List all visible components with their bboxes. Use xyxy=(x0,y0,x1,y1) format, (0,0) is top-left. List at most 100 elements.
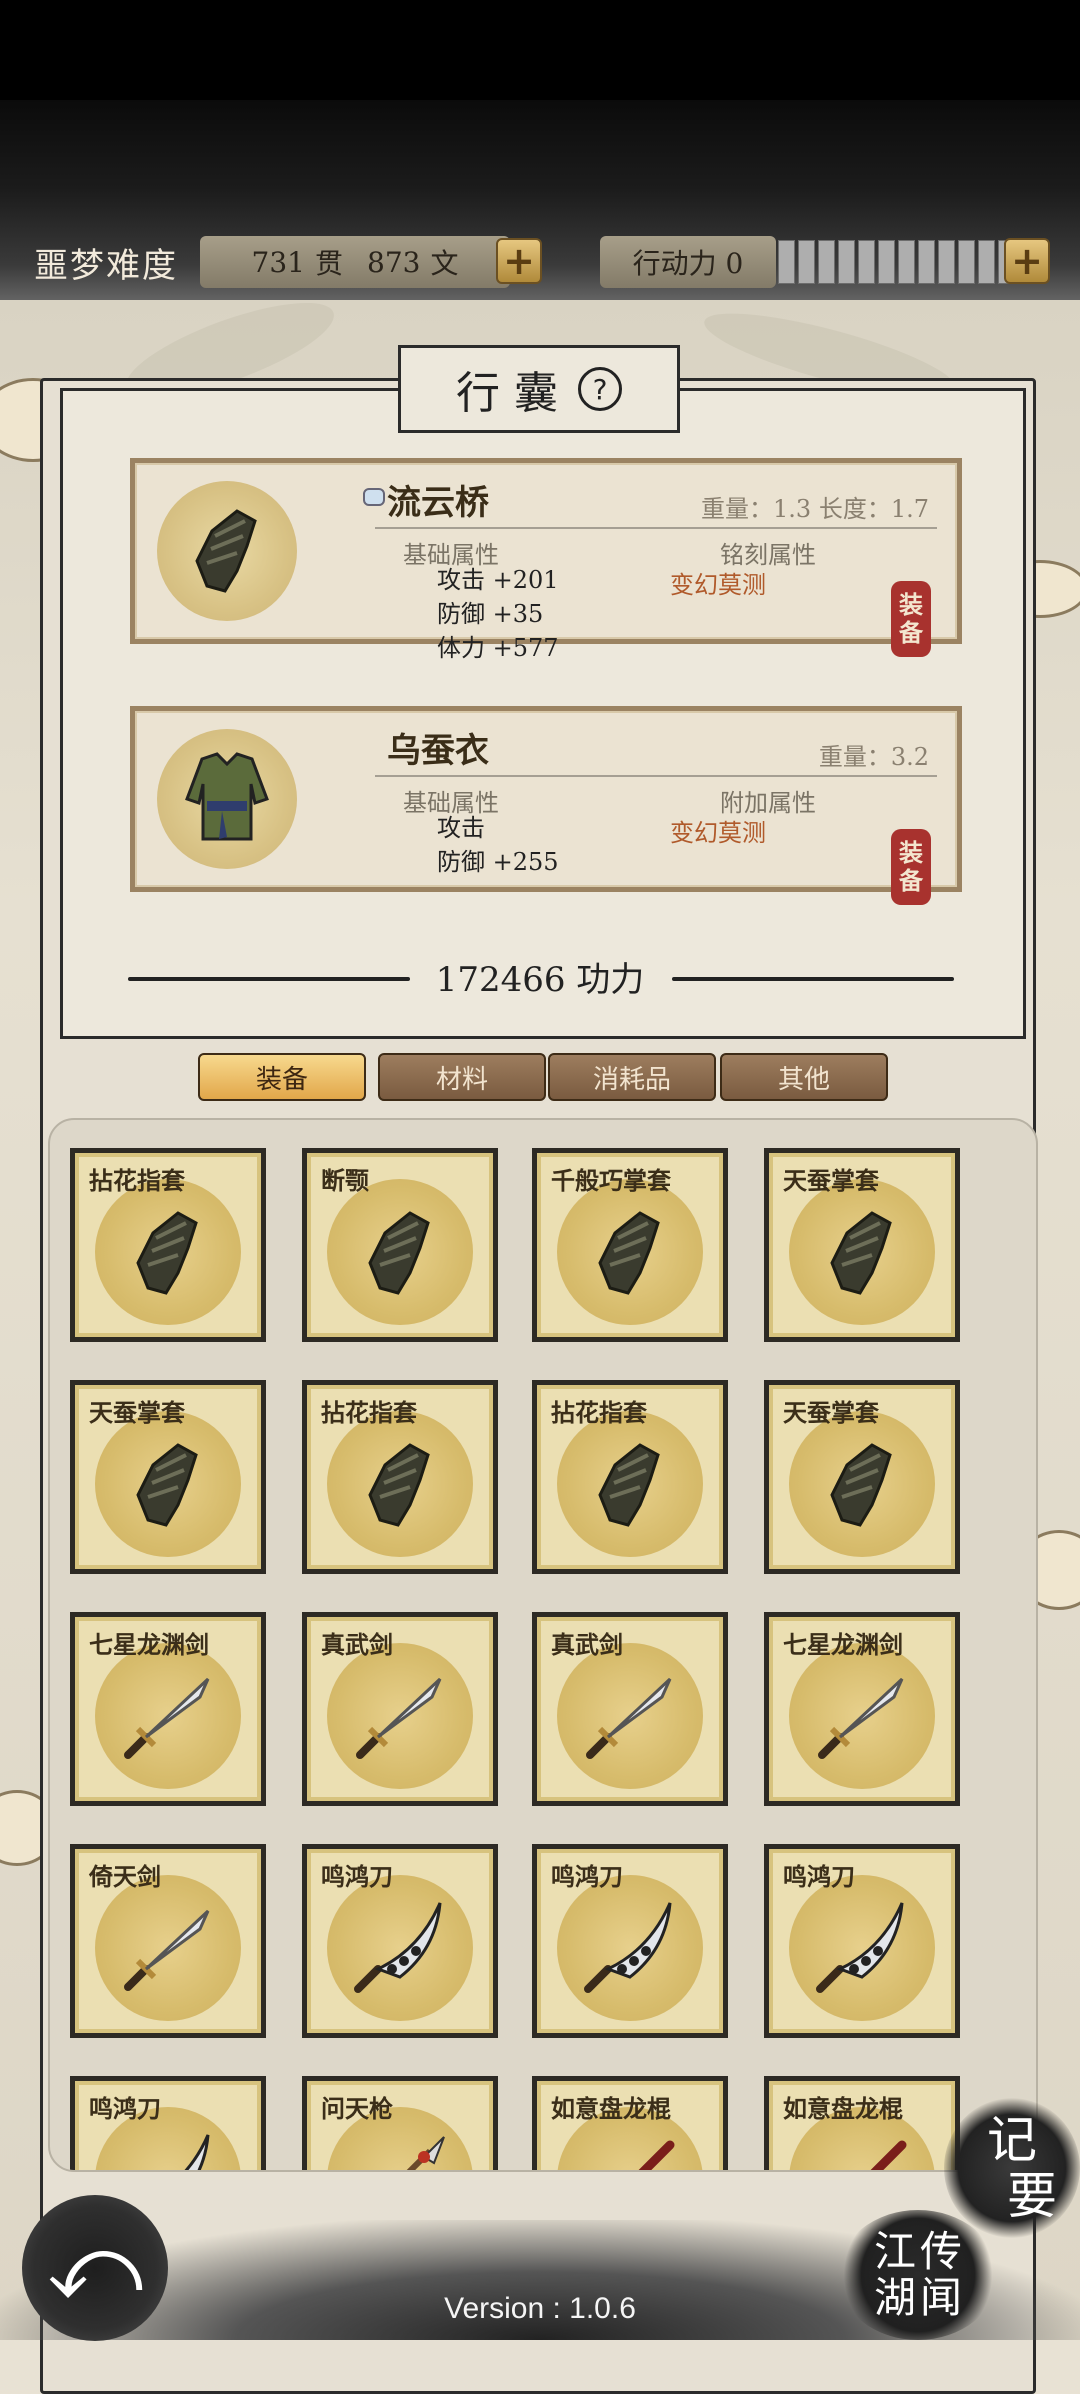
notes-button[interactable]: 记 要 xyxy=(944,2098,1080,2238)
item-slot[interactable]: 真武剑 xyxy=(302,1612,498,1806)
stat-attack: 攻击 +201 xyxy=(437,566,559,594)
item-slot[interactable]: 七星龙渊剑 xyxy=(764,1612,960,1806)
item-slot[interactable]: 天蚕掌套 xyxy=(764,1380,960,1574)
add-money-button[interactable]: + xyxy=(496,238,542,284)
help-button[interactable]: ? xyxy=(578,367,622,411)
money-display: 731 贯 873 文 xyxy=(200,236,510,288)
tab-others[interactable]: 其他 xyxy=(720,1053,888,1101)
tab-materials[interactable]: 材料 xyxy=(378,1053,546,1101)
sword-icon xyxy=(356,1677,442,1759)
item-weight: 重量：3.2 xyxy=(818,743,929,771)
stat-defense: 防御 +255 xyxy=(437,848,559,876)
stamina-segment xyxy=(778,240,795,284)
item-name: 流云桥 xyxy=(387,483,489,523)
sword-icon xyxy=(124,1677,210,1759)
gauntlet-icon xyxy=(368,1443,430,1527)
sword-icon xyxy=(586,1677,672,1759)
item-name: 真武剑 xyxy=(551,1630,623,1659)
item-name: 七星龙渊剑 xyxy=(783,1630,903,1659)
stamina-segment xyxy=(958,240,975,284)
item-slot[interactable]: 拈花指套 xyxy=(70,1148,266,1342)
item-name: 拈花指套 xyxy=(321,1398,417,1427)
stamina-bar xyxy=(778,240,1015,284)
item-name: 乌蚕衣 xyxy=(387,731,489,771)
item-name: 倚天剑 xyxy=(89,1862,161,1891)
item-slot[interactable]: 鸣鸿刀 xyxy=(532,1844,728,2038)
sword-icon xyxy=(124,1909,210,1991)
tab-equipment[interactable]: 装备 xyxy=(198,1053,366,1101)
panel-title: 行 囊 ? xyxy=(398,345,680,433)
gauntlet-icon xyxy=(598,1211,660,1295)
gauntlet-icon xyxy=(830,1443,892,1527)
power-value: 172466 功力 xyxy=(435,960,645,1000)
item-slot[interactable]: 真武剑 xyxy=(532,1612,728,1806)
stat-defense: 防御 +35 xyxy=(437,600,544,628)
equipped-card-gauntlet[interactable]: 流云桥 重量：1.3 长度：1.7 基础属性 铭刻属性 变幻莫测 攻击 +201… xyxy=(130,458,962,662)
item-slot[interactable]: 天蚕掌套 xyxy=(70,1380,266,1574)
item-slot[interactable]: 鸣鸿刀 xyxy=(764,1844,960,2038)
sword-icon xyxy=(818,1677,904,1759)
item-name: 鸣鸿刀 xyxy=(321,1862,393,1891)
item-icon-frame xyxy=(327,1179,473,1325)
item-icon-frame xyxy=(789,1411,935,1557)
stamina-segment xyxy=(918,240,935,284)
tab-consumables[interactable]: 消耗品 xyxy=(548,1053,716,1101)
equip-button[interactable]: 装 备 xyxy=(891,581,931,657)
item-slot[interactable]: 拈花指套 xyxy=(532,1380,728,1574)
spear-icon xyxy=(406,2136,445,2170)
title-text: 行 囊 xyxy=(456,368,558,419)
divider xyxy=(375,527,937,529)
item-icon-frame xyxy=(95,1411,241,1557)
item-name: 问天枪 xyxy=(321,2094,393,2123)
item-slot[interactable]: 如意盘龙棍 xyxy=(532,2076,728,2170)
gauntlet-icon xyxy=(830,1211,892,1295)
fist-icon xyxy=(363,488,385,506)
item-slot[interactable]: 如意盘龙棍 xyxy=(764,2076,960,2170)
item-icon-frame xyxy=(157,481,297,621)
extra-attr-value: 变幻莫测 xyxy=(670,819,766,847)
equipped-card-armor[interactable]: 乌蚕衣 重量：3.2 基础属性 附加属性 变幻莫测 攻击 防御 +255 装 备 xyxy=(130,706,962,905)
saber-icon xyxy=(816,1902,904,1993)
stamina-segment xyxy=(798,240,815,284)
item-slot[interactable]: 问天枪 xyxy=(302,2076,498,2170)
item-slot[interactable]: 七星龙渊剑 xyxy=(70,1612,266,1806)
guan-value: 731 xyxy=(251,245,305,279)
gauntlet-icon xyxy=(368,1211,430,1295)
equip-button[interactable]: 装 备 xyxy=(891,829,931,905)
item-weight: 重量：1.3 长度：1.7 xyxy=(701,495,929,523)
stamina-segment xyxy=(978,240,995,284)
item-grid[interactable]: 拈花指套 断颚 千般巧掌套 天蚕掌套 天蚕掌套 拈花指套 拈花指套 天蚕掌套 七星龙渊剑 真武剑真… xyxy=(48,1118,1038,2172)
item-name: 七星龙渊剑 xyxy=(89,1630,209,1659)
item-slot[interactable]: 千般巧掌套 xyxy=(532,1148,728,1342)
item-icon-frame xyxy=(95,1875,241,2021)
saber-icon xyxy=(184,2134,210,2170)
item-name: 如意盘龙棍 xyxy=(551,2094,671,2123)
guan-unit: 贯 xyxy=(314,247,343,280)
item-slot[interactable]: 倚天剑 xyxy=(70,1844,266,2038)
item-name: 鸣鸿刀 xyxy=(89,2094,161,2123)
armor-icon xyxy=(185,752,269,841)
item-icon-frame xyxy=(557,1875,703,2021)
item-name: 鸣鸿刀 xyxy=(783,1862,855,1891)
item-icon-frame xyxy=(95,1179,241,1325)
stamina-label: 行动力 0 xyxy=(600,236,776,288)
item-slot[interactable]: 鸣鸿刀 xyxy=(302,1844,498,2038)
gauntlet-icon xyxy=(598,1443,660,1527)
stamina-segment xyxy=(938,240,955,284)
item-slot[interactable]: 鸣鸿刀 xyxy=(70,2076,266,2170)
stamina-segment xyxy=(858,240,875,284)
rumors-button[interactable]: 江 湖 传 闻 xyxy=(838,2210,998,2340)
item-icon-frame xyxy=(789,1643,935,1789)
add-stamina-button[interactable]: + xyxy=(1004,238,1050,284)
staff-icon xyxy=(870,2140,907,2170)
difficulty-label: 噩梦难度 xyxy=(34,246,178,286)
item-icon-frame xyxy=(157,729,297,869)
gauntlet-icon xyxy=(136,1211,198,1295)
stamina-segment xyxy=(838,240,855,284)
item-slot[interactable]: 天蚕掌套 xyxy=(764,1148,960,1342)
gauntlet-icon xyxy=(195,509,257,593)
saber-icon xyxy=(584,1902,672,1993)
gauntlet-icon xyxy=(136,1443,198,1527)
item-slot[interactable]: 拈花指套 xyxy=(302,1380,498,1574)
item-slot[interactable]: 断颚 xyxy=(302,1148,498,1342)
